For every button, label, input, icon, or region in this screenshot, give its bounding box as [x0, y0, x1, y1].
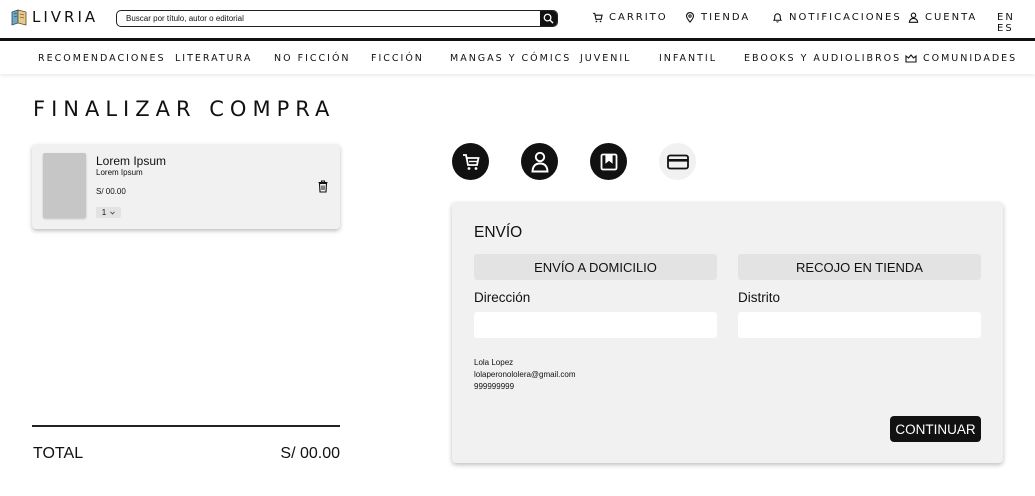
- trash-icon[interactable]: [317, 180, 329, 193]
- item-subtitle: Lorem Ipsum: [96, 168, 143, 177]
- district-label: Distrito: [738, 290, 781, 305]
- category-no-ficcion[interactable]: NO FICCIÓN: [274, 53, 351, 64]
- bookmark-icon: [600, 153, 617, 170]
- book-logo-icon: [11, 9, 27, 26]
- language-switcher[interactable]: EN ES: [997, 12, 1035, 34]
- nav-account-label: CUENTA: [925, 12, 978, 23]
- chevron-down-icon: [110, 211, 116, 215]
- contact-name: Lola Lopez: [474, 358, 514, 367]
- nav-cart[interactable]: CARRITO: [592, 12, 668, 23]
- category-comunidades-label: COMUNIDADES: [923, 53, 1018, 64]
- location-pin-icon: [685, 12, 695, 23]
- logo-text: LIVRIA: [32, 8, 99, 26]
- item-price: S/ 00.00: [96, 187, 126, 196]
- total-value: S/ 00.00: [280, 445, 340, 462]
- category-nav: RECOMENDACIONES LITERATURA NO FICCIÓN FI…: [0, 41, 1035, 74]
- shipping-title: ENVÍO: [474, 224, 523, 241]
- search-bar: [116, 10, 558, 27]
- step-cart[interactable]: [452, 143, 489, 180]
- step-payment[interactable]: [659, 143, 696, 180]
- category-recomendaciones[interactable]: RECOMENDACIONES: [38, 53, 166, 64]
- category-ebooks-audiolibros[interactable]: EBOOKS Y AUDIOLIBROS: [744, 53, 901, 64]
- category-comunidades[interactable]: COMUNIDADES: [905, 53, 1017, 64]
- continue-button[interactable]: CONTINUAR: [890, 416, 981, 442]
- user-icon: [531, 151, 548, 172]
- nav-cart-label: CARRITO: [609, 12, 668, 23]
- logo[interactable]: LIVRIA: [10, 8, 98, 26]
- user-icon: [908, 12, 919, 23]
- district-input[interactable]: [738, 312, 981, 338]
- category-juvenil[interactable]: JUVENIL: [580, 53, 631, 64]
- address-label: Dirección: [474, 290, 531, 305]
- page-title: FINALIZAR COMPRA: [33, 97, 336, 121]
- nav-account[interactable]: CUENTA: [908, 12, 977, 23]
- credit-card-icon: [666, 154, 689, 169]
- total-divider: [32, 425, 340, 427]
- category-ficcion[interactable]: FICCIÓN: [371, 53, 424, 64]
- cart-icon: [592, 12, 603, 23]
- shipping-panel: ENVÍO ENVÍO A DOMICILIO RECOJO EN TIENDA…: [452, 202, 1003, 463]
- total-label: TOTAL: [33, 445, 84, 462]
- nav-store[interactable]: TIENDA: [685, 12, 750, 23]
- search-input[interactable]: [117, 11, 540, 26]
- step-bookmark[interactable]: [590, 143, 627, 180]
- item-title: Lorem Ipsum: [96, 154, 167, 168]
- cart-item-card: Lorem Ipsum Lorem Ipsum S/ 00.00 1: [32, 144, 340, 229]
- category-infantil[interactable]: INFANTIL: [659, 53, 717, 64]
- address-input[interactable]: [474, 312, 717, 338]
- book-cover-placeholder: [43, 153, 86, 218]
- nav-store-label: TIENDA: [701, 12, 751, 23]
- category-literatura[interactable]: LITERATURA: [175, 53, 252, 64]
- nav-notifications-label: NOTIFICACIONES: [789, 12, 902, 23]
- contact-phone: 999999999: [474, 382, 515, 391]
- store-pickup-button[interactable]: RECOJO EN TIENDA: [738, 254, 981, 280]
- step-user[interactable]: [521, 143, 558, 180]
- bell-icon: [772, 13, 783, 23]
- cart-icon: [462, 153, 480, 170]
- contact-email: lolaperonololera@gmail.com: [474, 370, 576, 379]
- category-mangas-comics[interactable]: MANGAS Y CÓMICS: [450, 53, 571, 64]
- language-label: EN ES: [997, 12, 1015, 34]
- nav-notifications[interactable]: NOTIFICACIONES: [772, 12, 902, 23]
- quantity-select[interactable]: 1: [96, 207, 121, 218]
- community-icon: [905, 53, 917, 63]
- home-delivery-button[interactable]: ENVÍO A DOMICILIO: [474, 254, 717, 280]
- quantity-value: 1: [101, 208, 107, 217]
- search-button[interactable]: [540, 11, 557, 26]
- search-icon: [543, 13, 554, 24]
- top-header: LIVRIA CARRITO TIENDA NOTIFICACIONES: [0, 0, 1035, 38]
